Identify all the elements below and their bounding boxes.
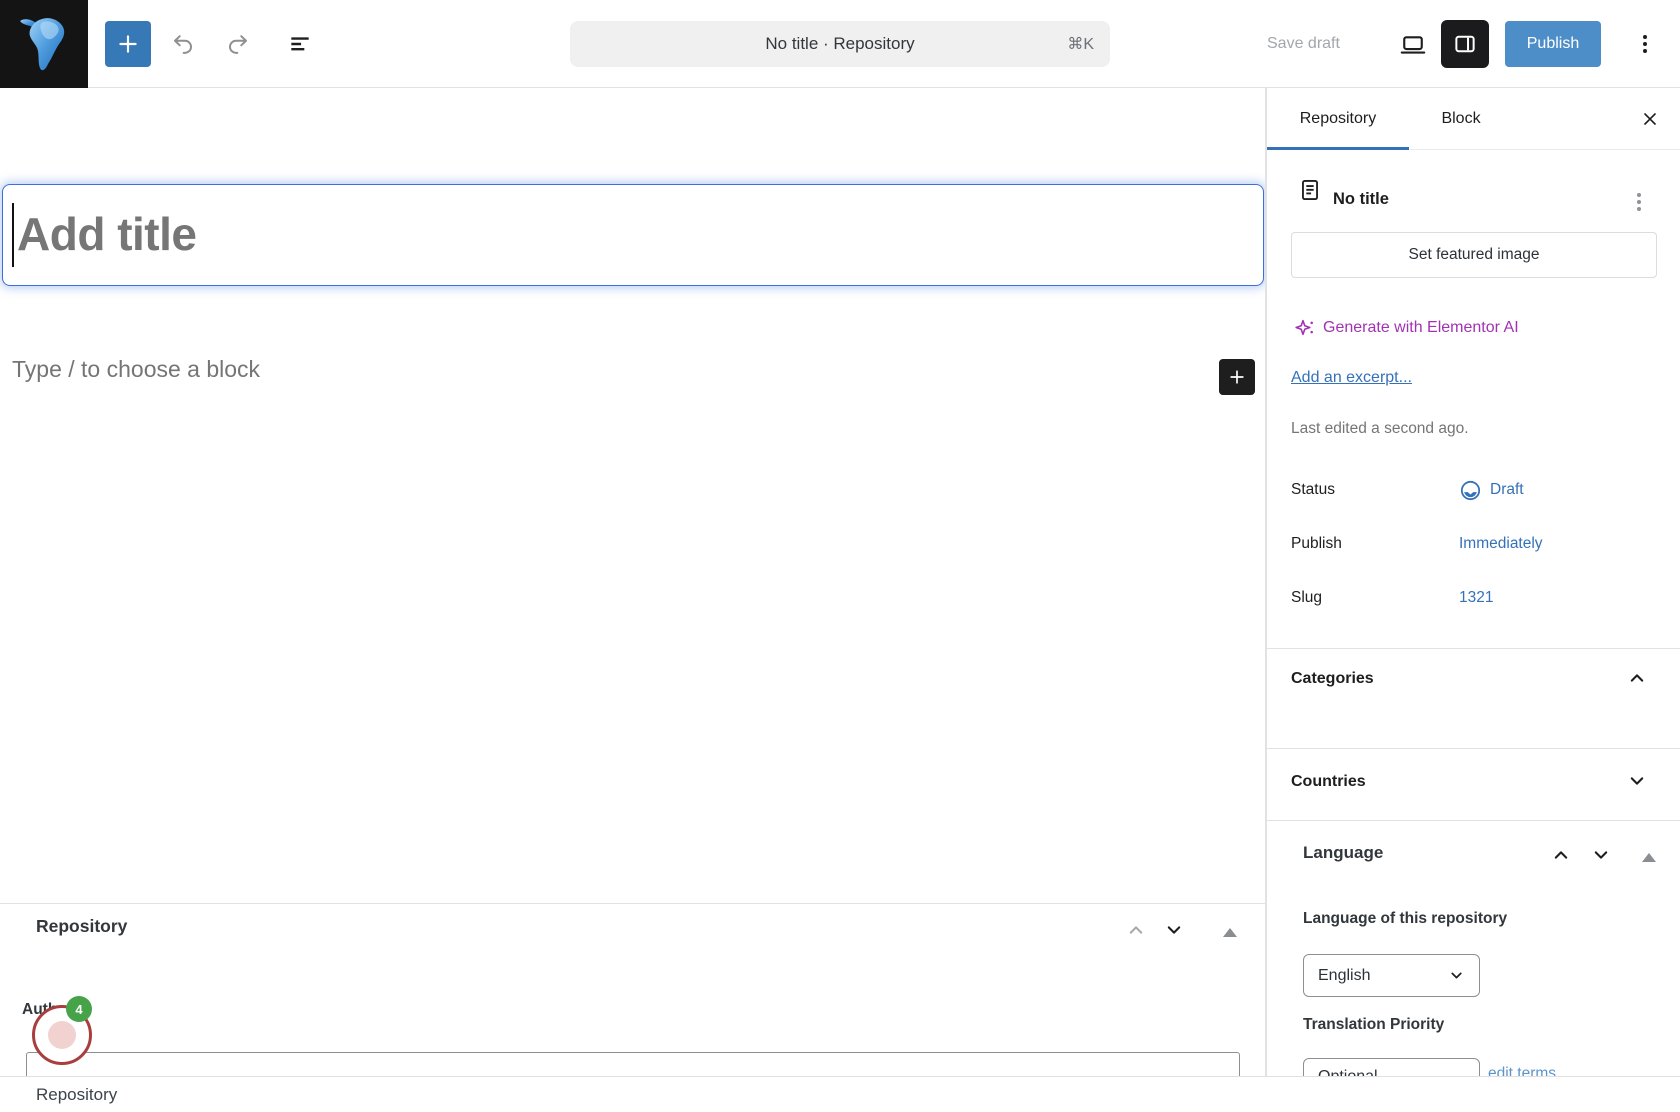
- triangle-up-icon: [1642, 853, 1656, 862]
- last-edited-text: Last edited a second ago.: [1291, 420, 1469, 438]
- chevron-up-icon: [1548, 842, 1574, 868]
- language-selected-value: English: [1318, 967, 1370, 985]
- undo-icon: [170, 31, 196, 57]
- slug-value[interactable]: 1321: [1459, 589, 1493, 607]
- slug-label: Slug: [1291, 589, 1459, 607]
- status-value-text: Draft: [1490, 481, 1524, 499]
- panel-divider: [1267, 648, 1680, 649]
- panel-categories-label[interactable]: Categories: [1291, 670, 1374, 688]
- preview-button[interactable]: [1390, 21, 1436, 67]
- post-actions-button[interactable]: [1617, 180, 1661, 224]
- tab-block[interactable]: Block: [1409, 88, 1513, 150]
- title-placeholder: Add title: [17, 207, 196, 261]
- metabox-collapse-button[interactable]: [1212, 914, 1248, 950]
- document-overview-button[interactable]: [277, 21, 323, 67]
- panel-countries-label[interactable]: Countries: [1291, 773, 1366, 791]
- text-caret: [12, 203, 14, 267]
- publish-value[interactable]: Immediately: [1459, 535, 1543, 553]
- breadcrumb: Repository: [36, 1085, 117, 1105]
- generate-with-ai-label: Generate with Elementor AI: [1323, 319, 1519, 337]
- generate-with-ai-link[interactable]: Generate with Elementor AI: [1293, 318, 1519, 337]
- redo-button[interactable]: [215, 21, 261, 67]
- status-label: Status: [1291, 481, 1459, 499]
- metabox-move-up-button[interactable]: [1118, 912, 1154, 948]
- command-shortcut: ⌘K: [1067, 34, 1094, 54]
- priority-selected-value: Optional: [1318, 1068, 1378, 1076]
- categories-toggle-button[interactable]: [1619, 660, 1655, 696]
- bottom-status-bar: Repository: [0, 1076, 1680, 1112]
- slug-row: Slug 1321: [1291, 586, 1657, 610]
- language-field-label: Language of this repository: [1303, 910, 1507, 928]
- tab-repository[interactable]: Repository: [1267, 88, 1409, 150]
- settings-sidebar-toggle[interactable]: [1441, 20, 1489, 68]
- draft-status-icon: [1459, 479, 1482, 502]
- top-toolbar: No title · Repository ⌘K Save draft Publ…: [0, 0, 1680, 88]
- options-menu-button[interactable]: [1622, 21, 1668, 67]
- site-logo-icon: [12, 12, 76, 76]
- language-collapse-button[interactable]: [1631, 839, 1667, 875]
- add-block-button[interactable]: [1219, 359, 1255, 395]
- chevron-down-icon: [1624, 768, 1650, 794]
- status-row: Status Draft: [1291, 478, 1657, 502]
- metabox-divider: [0, 903, 1266, 904]
- plus-icon: [115, 31, 141, 57]
- edit-terms-link[interactable]: edit terms: [1488, 1065, 1556, 1076]
- block-inserter-button[interactable]: [105, 21, 151, 67]
- publish-button[interactable]: Publish: [1505, 21, 1601, 67]
- kebab-menu-icon: [1643, 32, 1647, 56]
- title-input[interactable]: Add title: [2, 184, 1264, 286]
- add-excerpt-link[interactable]: Add an excerpt...: [1291, 369, 1412, 387]
- language-panel-title: Language: [1303, 843, 1383, 863]
- list-view-icon: [287, 31, 313, 57]
- status-value[interactable]: Draft: [1459, 479, 1524, 502]
- translation-priority-select[interactable]: Optional: [1303, 1058, 1480, 1076]
- chevron-up-icon: [1624, 665, 1650, 691]
- metabox-move-down-button[interactable]: [1156, 912, 1192, 948]
- sparkle-icon: [1293, 318, 1314, 337]
- language-select[interactable]: English: [1303, 954, 1480, 997]
- document-title: No title · Repository: [765, 34, 914, 54]
- chevron-up-icon: [1123, 917, 1149, 943]
- author-input[interactable]: [26, 1052, 1240, 1076]
- set-featured-image-button[interactable]: Set featured image: [1291, 232, 1657, 278]
- settings-sidebar: Repository Block No title Set featured i…: [1266, 88, 1680, 1076]
- plus-icon: [1227, 367, 1247, 387]
- laptop-icon: [1398, 29, 1428, 59]
- publish-label: Publish: [1291, 535, 1459, 553]
- sidebar-tabs: Repository Block: [1267, 88, 1680, 150]
- save-draft-button[interactable]: Save draft: [1267, 0, 1340, 88]
- presence-count-badge: 4: [66, 996, 92, 1022]
- chevron-down-icon: [1588, 842, 1614, 868]
- document-icon: [1297, 176, 1323, 204]
- panel-divider: [1267, 820, 1680, 821]
- metabox-title: Repository: [36, 916, 127, 937]
- redo-icon: [225, 31, 251, 57]
- site-logo[interactable]: [0, 0, 88, 88]
- chevron-down-icon: [1448, 967, 1465, 984]
- language-move-down-button[interactable]: [1583, 837, 1619, 873]
- panel-divider: [1267, 748, 1680, 749]
- countries-toggle-button[interactable]: [1619, 763, 1655, 799]
- kebab-menu-icon: [1637, 190, 1641, 214]
- post-title: No title: [1333, 190, 1389, 209]
- sidebar-panel-icon: [1451, 30, 1479, 58]
- block-placeholder[interactable]: Type / to choose a block: [12, 356, 260, 383]
- avatar-dot: [48, 1021, 76, 1049]
- chevron-down-icon: [1161, 917, 1187, 943]
- undo-button[interactable]: [160, 21, 206, 67]
- triangle-up-icon: [1223, 928, 1237, 937]
- translation-priority-label: Translation Priority: [1303, 1016, 1444, 1034]
- close-icon: [1638, 107, 1662, 131]
- close-sidebar-button[interactable]: [1628, 97, 1672, 141]
- language-move-up-button[interactable]: [1543, 837, 1579, 873]
- editor-canvas: Add title Type / to choose a block Repos…: [0, 88, 1266, 1076]
- document-title-bar[interactable]: No title · Repository ⌘K: [570, 21, 1110, 67]
- publish-row: Publish Immediately: [1291, 532, 1657, 556]
- post-icon-wrap: [1297, 176, 1323, 204]
